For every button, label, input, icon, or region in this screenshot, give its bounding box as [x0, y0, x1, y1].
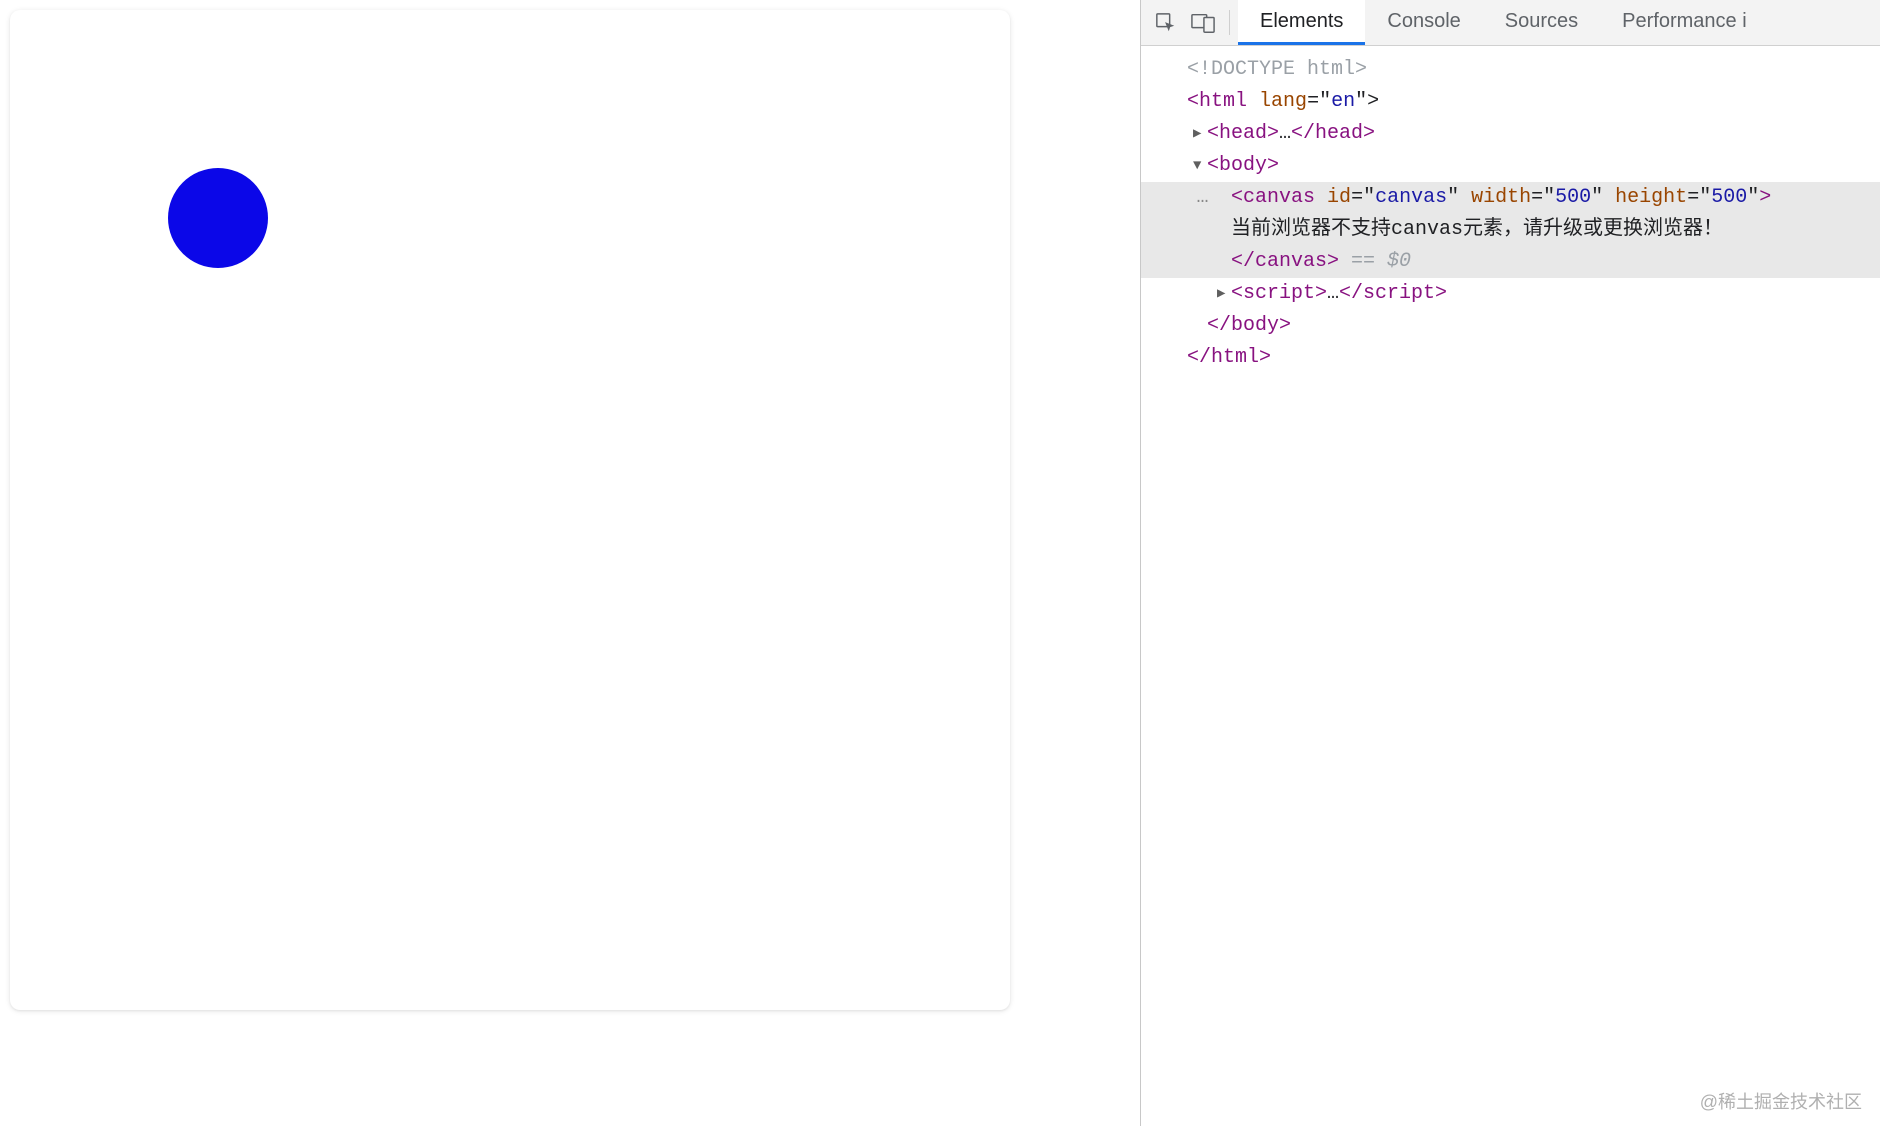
dom-canvas-open[interactable]: …<canvas id="canvas" width="500" height=…: [1141, 182, 1880, 214]
canvas-fallback-text: 当前浏览器不支持canvas元素，请升级或更换浏览器！: [1231, 218, 1723, 241]
dom-tree[interactable]: <!DOCTYPE html> <html lang="en"> ▶<head>…: [1141, 46, 1880, 1126]
selected-marker-icon: …: [1189, 182, 1217, 214]
dom-canvas-fallback[interactable]: 当前浏览器不支持canvas元素，请升级或更换浏览器！: [1141, 214, 1880, 246]
tab-elements[interactable]: Elements: [1238, 0, 1365, 45]
dom-doctype[interactable]: <!DOCTYPE html>: [1141, 54, 1880, 86]
devtools-tabbar: Elements Console Sources Performance i: [1141, 0, 1880, 46]
tab-console[interactable]: Console: [1365, 0, 1482, 45]
collapse-arrow-icon[interactable]: ▼: [1193, 155, 1207, 177]
dom-body-close[interactable]: </body>: [1141, 310, 1880, 342]
toolbar-divider: [1229, 10, 1230, 35]
dom-script[interactable]: ▶<script>…</script>: [1141, 278, 1880, 310]
rendered-page-card: [10, 10, 1010, 1010]
page-viewport: [0, 0, 1140, 1126]
dom-doctype-text: <!DOCTYPE html>: [1187, 58, 1367, 81]
blue-circle-icon: [168, 168, 268, 268]
dom-body-open[interactable]: ▼<body>: [1141, 150, 1880, 182]
dom-head[interactable]: ▶<head>…</head>: [1141, 118, 1880, 150]
dom-html-close[interactable]: </html>: [1141, 342, 1880, 374]
watermark-text: @稀土掘金技术社区: [1700, 1088, 1862, 1114]
dom-html-open[interactable]: <html lang="en">: [1141, 86, 1880, 118]
tab-sources[interactable]: Sources: [1483, 0, 1600, 45]
devtools-panel: Elements Console Sources Performance i <…: [1140, 0, 1880, 1126]
dom-canvas-close[interactable]: </canvas> == $0: [1141, 246, 1880, 278]
expand-arrow-icon[interactable]: ▶: [1193, 123, 1207, 145]
tab-elements-label: Elements: [1260, 10, 1343, 33]
tab-performance[interactable]: Performance i: [1600, 0, 1769, 45]
dollar-zero-ref: $0: [1387, 250, 1411, 273]
device-toolbar-icon[interactable]: [1191, 12, 1215, 34]
tab-performance-label: Performance i: [1622, 10, 1747, 33]
tab-console-label: Console: [1387, 10, 1460, 33]
tab-sources-label: Sources: [1505, 10, 1578, 33]
inspect-element-icon[interactable]: [1155, 12, 1177, 34]
devtools-tabs: Elements Console Sources Performance i: [1238, 0, 1769, 45]
expand-arrow-icon[interactable]: ▶: [1217, 283, 1231, 305]
devtools-toolbar-icons: [1141, 0, 1225, 45]
